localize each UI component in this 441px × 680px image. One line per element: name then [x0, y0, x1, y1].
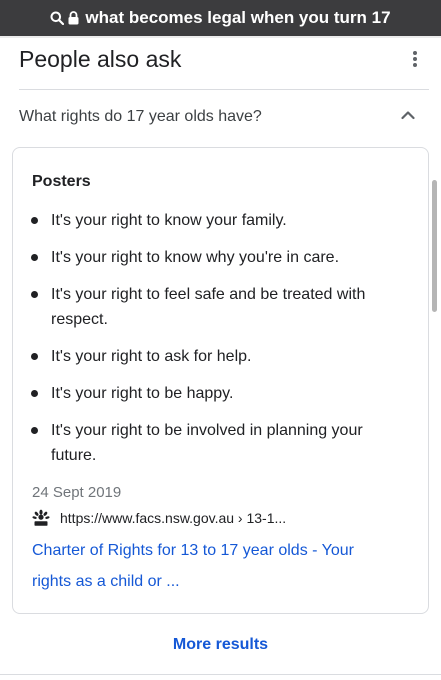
list-item: It's your right to feel safe and be trea…: [29, 282, 399, 332]
answer-heading: Posters: [32, 173, 91, 190]
result-title-link[interactable]: Charter of Rights for 13 to 17 year olds…: [32, 535, 392, 597]
url-bar[interactable]: what becomes legal when you turn 17: [0, 0, 441, 36]
nsw-waratah-icon: [32, 509, 50, 527]
search-icon: [50, 11, 65, 25]
paa-question-row[interactable]: What rights do 17 year olds have?: [0, 98, 441, 138]
search-query-text: what becomes legal when you turn 17: [85, 8, 391, 27]
chevron-up-icon[interactable]: [401, 108, 415, 127]
paa-header: People also ask: [0, 38, 441, 88]
list-item: It's your right to know why you're in ca…: [29, 245, 399, 270]
list-item: It's your right to be involved in planni…: [29, 418, 399, 468]
answer-date: 24 Sept 2019: [32, 484, 122, 501]
bottom-divider: [0, 674, 441, 680]
source-url: https://www.facs.nsw.gov.au › 13-1...: [60, 510, 287, 526]
more-results-button[interactable]: More results: [0, 636, 441, 654]
lock-icon: [68, 11, 79, 25]
header-divider: [19, 89, 429, 90]
source-citation[interactable]: https://www.facs.nsw.gov.au › 13-1...: [32, 509, 286, 527]
list-item: It's your right to be happy.: [29, 381, 399, 406]
answer-bullet-list: It's your right to know your family. It'…: [29, 208, 399, 480]
list-item: It's your right to ask for help.: [29, 344, 399, 369]
paa-question: What rights do 17 year olds have?: [19, 108, 262, 125]
list-item: It's your right to know your family.: [29, 208, 399, 233]
more-vert-icon[interactable]: [409, 49, 421, 69]
paa-title: People also ask: [19, 46, 182, 72]
scrollbar[interactable]: [432, 180, 437, 312]
